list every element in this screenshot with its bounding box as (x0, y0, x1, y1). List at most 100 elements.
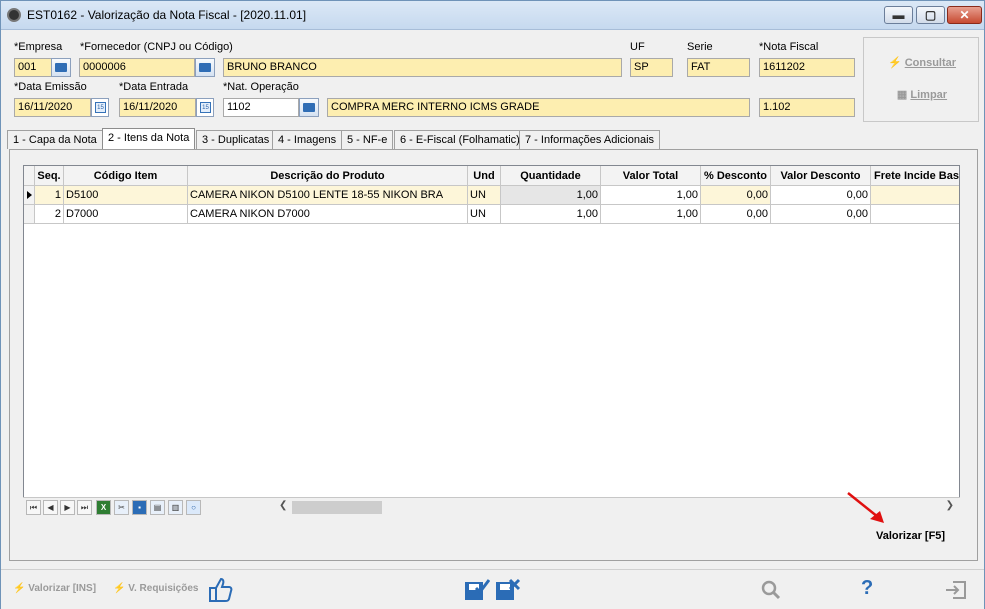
lightning-icon: ⚡ (13, 583, 26, 594)
scroll-right-icon[interactable]: ❯ (946, 500, 954, 511)
annotation-arrow-icon (847, 492, 884, 523)
tab-capa-da-nota[interactable]: 1 - Capa da Nota (7, 130, 103, 149)
tab-imagens[interactable]: 4 - Imagens (272, 130, 343, 149)
search-icon[interactable]: ○ (186, 500, 201, 515)
grid-layout-icon[interactable]: ▤ (150, 500, 165, 515)
consultar-button[interactable]: ⚡ Consultar (864, 52, 980, 74)
cell-quantidade[interactable]: 1,00 (501, 186, 601, 205)
column-header-valor-desconto[interactable]: Valor Desconto (771, 166, 871, 186)
cell-valor-desconto[interactable]: 0,00 (771, 186, 871, 205)
data-entrada-calendar-button[interactable]: 15 (196, 98, 214, 117)
side-actions-panel: ⚡ Consultar ▦ Limpar (863, 37, 979, 122)
cell-quantidade[interactable]: 1,00 (501, 205, 601, 224)
last-record-icon[interactable]: ⏭ (77, 500, 92, 515)
nat-operacao-label: *Nat. Operação (223, 81, 299, 93)
calendar-icon: 15 (95, 102, 106, 113)
bottom-toolbar: ⚡ Valorizar [INS] ⚡ V. Requisições ? (1, 569, 984, 609)
main-window: EST0162 - Valorização da Nota Fiscal - [… (0, 0, 985, 609)
cell-frete[interactable] (871, 205, 959, 224)
nat-operacao-lookup-button[interactable] (299, 98, 319, 117)
calendar-icon: 15 (200, 102, 211, 113)
tab-informacoes-adicionais[interactable]: 7 - Informações Adicionais (519, 130, 661, 149)
column-header-codigo-item[interactable]: Código Item (64, 166, 188, 186)
close-icon: ✕ (959, 8, 970, 22)
nat-operacao-description-field: COMPRA MERC INTERNO ICMS GRADE (327, 98, 750, 117)
cell-valor-total[interactable]: 1,00 (601, 205, 701, 224)
empresa-label: *Empresa (14, 41, 63, 53)
column-header-descricao[interactable]: Descrição do Produto (188, 166, 468, 186)
tools-icon[interactable]: ✂ (114, 500, 129, 515)
data-emissao-calendar-button[interactable]: 15 (91, 98, 109, 117)
cell-pct-desconto[interactable]: 0,00 (701, 205, 771, 224)
eraser-icon: ▦ (896, 89, 908, 101)
cell-valor-desconto[interactable]: 0,00 (771, 205, 871, 224)
data-emissao-field[interactable]: 16/11/2020 (14, 98, 91, 117)
scroll-left-icon[interactable]: ❮ (279, 500, 287, 511)
title-bar: EST0162 - Valorização da Nota Fiscal - [… (1, 1, 984, 30)
v-requisicoes-button[interactable]: ⚡ V. Requisições (113, 583, 198, 594)
lookup-icon (55, 63, 67, 72)
cancel-save-icon[interactable] (495, 578, 521, 602)
column-header-pct-desconto[interactable]: % Desconto (701, 166, 771, 186)
cell-und[interactable]: UN (468, 186, 501, 205)
cell-pct-desconto[interactable]: 0,00 (701, 186, 771, 205)
row-pointer-icon (27, 191, 32, 199)
cell-frete[interactable] (871, 186, 959, 205)
excel-export-icon[interactable]: X (96, 500, 111, 515)
row-indicator (24, 205, 35, 224)
fornecedor-code-field[interactable]: 0000006 (79, 58, 195, 77)
nota-fiscal-label: *Nota Fiscal (759, 41, 819, 53)
thumbs-up-icon[interactable] (206, 574, 234, 604)
cell-seq[interactable]: 1 (35, 186, 64, 205)
limpar-button[interactable]: ▦ Limpar (864, 84, 980, 106)
row-indicator-header (24, 166, 35, 186)
column-header-und[interactable]: Und (468, 166, 501, 186)
close-button[interactable]: ✕ (947, 6, 982, 24)
nota-fiscal-field[interactable]: 1611202 (759, 58, 855, 77)
data-entrada-label: *Data Entrada (119, 81, 189, 93)
uf-label: UF (630, 41, 645, 53)
prev-record-icon[interactable]: ◀ (43, 500, 58, 515)
empresa-lookup-button[interactable] (51, 58, 71, 77)
maximize-button[interactable]: ▢ (916, 6, 945, 24)
fornecedor-lookup-button[interactable] (195, 58, 215, 77)
cell-codigo[interactable]: D7000 (64, 205, 188, 224)
serie-label: Serie (687, 41, 713, 53)
items-grid[interactable]: Seq. Código Item Descrição do Produto Un… (23, 165, 960, 517)
tab-efiscal[interactable]: 6 - E-Fiscal (Folhamatic) (394, 130, 526, 149)
tab-itens-da-nota[interactable]: 2 - Itens da Nota (102, 128, 196, 149)
cfop-field: 1.102 (759, 98, 855, 117)
lightning-icon: ⚡ (113, 583, 126, 594)
column-header-quantidade[interactable]: Quantidade (501, 166, 601, 186)
lookup-icon (199, 63, 211, 72)
cell-und[interactable]: UN (468, 205, 501, 224)
valorizar-ins-button[interactable]: ⚡ Valorizar [INS] (13, 583, 96, 594)
confirm-save-icon[interactable] (464, 578, 490, 602)
scroll-thumb[interactable] (292, 501, 382, 514)
valorizar-f5-button[interactable]: Valorizar [F5] (876, 530, 945, 542)
minimize-button[interactable]: ▬ (884, 6, 913, 24)
data-entrada-field[interactable]: 16/11/2020 (119, 98, 196, 117)
next-record-icon[interactable]: ▶ (60, 500, 75, 515)
save-layout-icon[interactable]: ▪ (132, 500, 147, 515)
app-icon (7, 8, 21, 22)
help-icon[interactable]: ? (861, 577, 873, 600)
tab-duplicatas[interactable]: 3 - Duplicatas (196, 130, 276, 149)
cell-seq[interactable]: 2 (35, 205, 64, 224)
column-header-seq[interactable]: Seq. (35, 166, 64, 186)
first-record-icon[interactable]: ⏮ (26, 500, 41, 515)
exit-icon[interactable] (945, 580, 967, 600)
cell-codigo[interactable]: D5100 (64, 186, 188, 205)
serie-field[interactable]: FAT (687, 58, 750, 77)
column-header-frete[interactable]: Frete Incide Base (871, 166, 959, 186)
search-icon[interactable] (761, 580, 781, 600)
empresa-field[interactable]: 001 (14, 58, 52, 77)
cell-descricao[interactable]: CAMERA NIKON D5100 LENTE 18-55 NIKON BRA (188, 186, 468, 205)
nat-operacao-code-field[interactable]: 1102 (223, 98, 299, 117)
column-header-valor-total[interactable]: Valor Total (601, 166, 701, 186)
tab-nfe[interactable]: 5 - NF-e (341, 130, 394, 149)
cell-descricao[interactable]: CAMERA NIKON D7000 (188, 205, 468, 224)
filter-icon[interactable]: ▥ (168, 500, 183, 515)
cell-valor-total[interactable]: 1,00 (601, 186, 701, 205)
uf-field: SP (630, 58, 673, 77)
